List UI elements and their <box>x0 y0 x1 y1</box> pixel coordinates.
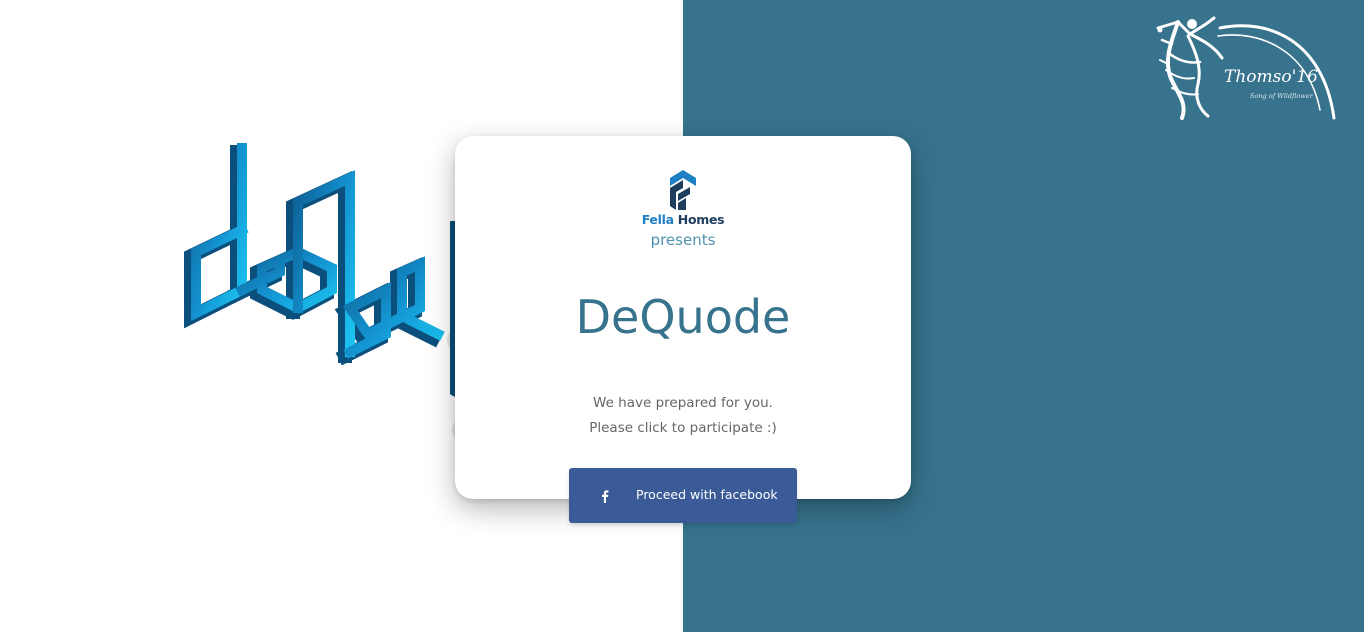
facebook-icon <box>602 490 609 503</box>
participation-card: Fella Homes presents DeQuode We have pre… <box>455 136 911 499</box>
facebook-button-label: Proceed with facebook <box>636 487 778 502</box>
thomso-logo-text: Thomso'16 Song of Wildflower <box>1224 67 1318 100</box>
landing-page: Thomso'16 Song of Wildflower Fella Homes… <box>0 0 1364 632</box>
proceed-with-facebook-button[interactable]: Proceed with facebook <box>569 468 797 523</box>
fella-homes-mark-icon <box>670 170 696 210</box>
fella-homes-wordmark: Fella Homes <box>635 212 731 227</box>
svg-text:Song of Wildflower: Song of Wildflower <box>1250 92 1314 100</box>
fella-homes-logo: Fella Homes <box>635 170 731 230</box>
description: We have prepared for you. Please click t… <box>455 391 911 441</box>
fella-homes-word-fella: Fella <box>641 212 674 227</box>
presents-text: presents <box>650 231 716 249</box>
thomso-logo: Thomso'16 Song of Wildflower <box>1156 16 1336 120</box>
description-line-1: We have prepared for you. <box>593 395 773 411</box>
fella-homes-word-homes: Homes <box>677 212 725 227</box>
svg-text:Thomso'16: Thomso'16 <box>1224 67 1318 87</box>
description-line-2: Please click to participate :) <box>589 420 777 436</box>
page-title: DeQuode <box>575 290 791 344</box>
